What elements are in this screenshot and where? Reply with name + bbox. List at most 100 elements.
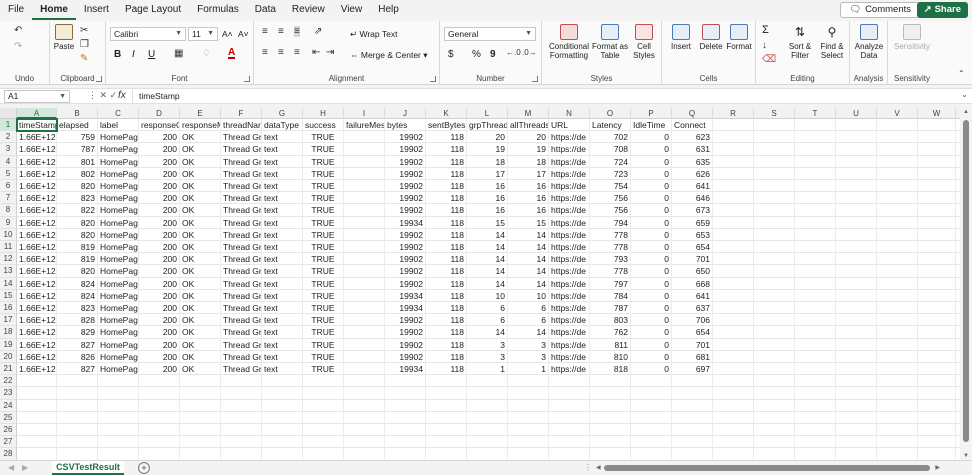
cell-p9[interactable]: 0 — [631, 216, 672, 229]
cell-e28[interactable] — [180, 448, 221, 460]
cell-g1[interactable]: dataType — [262, 119, 303, 131]
cell-m1[interactable]: allThreads — [508, 119, 549, 131]
cell-d15[interactable]: 200 — [139, 289, 180, 302]
cell-f8[interactable]: Thread Gr — [221, 204, 262, 217]
cell-w4[interactable] — [918, 155, 956, 168]
cell-h13[interactable]: TRUE — [303, 265, 344, 278]
cell-j25[interactable] — [385, 411, 426, 424]
cell-w2[interactable] — [918, 131, 956, 144]
cell-c15[interactable]: HomePage — [98, 289, 139, 302]
cell-v27[interactable] — [877, 436, 918, 449]
cell-w22[interactable] — [918, 375, 956, 388]
cell-m16[interactable]: 6 — [508, 302, 549, 314]
column-header-o[interactable]: O — [590, 108, 631, 119]
cell-h16[interactable]: TRUE — [303, 302, 344, 314]
cell-g26[interactable] — [262, 424, 303, 436]
column-header-t[interactable]: T — [795, 108, 836, 119]
cell-o4[interactable]: 724 — [590, 155, 631, 168]
cell-d18[interactable]: 200 — [139, 326, 180, 339]
column-header-b[interactable]: B — [57, 108, 98, 119]
cell-a8[interactable]: 1.66E+12 — [17, 204, 57, 217]
cell-h25[interactable] — [303, 411, 344, 424]
cell-n14[interactable]: https://de — [549, 277, 590, 290]
cell-a14[interactable]: 1.66E+12 — [17, 277, 57, 290]
cell-r25[interactable] — [713, 411, 754, 424]
cell-i18[interactable] — [344, 326, 385, 339]
cell-m25[interactable] — [508, 411, 549, 424]
cell-v8[interactable] — [877, 204, 918, 217]
cell-p23[interactable] — [631, 387, 672, 400]
format-painter-icon[interactable]: ✎ — [80, 53, 88, 64]
cell-q13[interactable]: 650 — [672, 265, 713, 278]
cell-b24[interactable] — [57, 399, 98, 412]
cell-p14[interactable]: 0 — [631, 277, 672, 290]
cell-d13[interactable]: 200 — [139, 265, 180, 278]
cell-v7[interactable] — [877, 192, 918, 205]
cell-k3[interactable]: 118 — [426, 143, 467, 156]
cell-m18[interactable]: 14 — [508, 326, 549, 339]
cell-r4[interactable] — [713, 155, 754, 168]
cell-h10[interactable]: TRUE — [303, 228, 344, 241]
cell-o10[interactable]: 778 — [590, 228, 631, 241]
cell-l11[interactable]: 14 — [467, 241, 508, 253]
cell-c9[interactable]: HomePage — [98, 216, 139, 229]
row-header-25[interactable]: 25 — [0, 411, 17, 424]
cell-d23[interactable] — [139, 387, 180, 400]
cell-c20[interactable]: HomePage — [98, 350, 139, 363]
cell-v18[interactable] — [877, 326, 918, 339]
row-header-9[interactable]: 9 — [0, 216, 17, 229]
cell-t20[interactable] — [795, 350, 836, 363]
cell-v28[interactable] — [877, 448, 918, 460]
cell-u17[interactable] — [836, 314, 877, 327]
cell-i8[interactable] — [344, 204, 385, 217]
delete-cells-button[interactable]: Delete — [696, 24, 726, 51]
cell-j2[interactable]: 19902 — [385, 131, 426, 144]
cell-q11[interactable]: 654 — [672, 241, 713, 253]
cell-v6[interactable] — [877, 180, 918, 192]
cell-t15[interactable] — [795, 289, 836, 302]
cell-g22[interactable] — [262, 375, 303, 388]
cell-c4[interactable]: HomePage — [98, 155, 139, 168]
row-header-6[interactable]: 6 — [0, 180, 17, 193]
cell-d16[interactable]: 200 — [139, 302, 180, 314]
cell-b15[interactable]: 824 — [57, 289, 98, 302]
cell-j6[interactable]: 19902 — [385, 180, 426, 192]
cell-m17[interactable]: 6 — [508, 314, 549, 327]
cell-q14[interactable]: 668 — [672, 277, 713, 290]
cell-d14[interactable]: 200 — [139, 277, 180, 290]
cell-n10[interactable]: https://de — [549, 228, 590, 241]
cell-e27[interactable] — [180, 436, 221, 449]
cell-j8[interactable]: 19902 — [385, 204, 426, 217]
cell-c1[interactable]: label — [98, 119, 139, 131]
cell-j22[interactable] — [385, 375, 426, 388]
cell-t26[interactable] — [795, 424, 836, 436]
cell-s13[interactable] — [754, 265, 795, 278]
cell-a1[interactable]: timeStamp — [16, 118, 58, 132]
cell-o1[interactable]: Latency — [590, 119, 631, 131]
cell-k8[interactable]: 118 — [426, 204, 467, 217]
cell-t4[interactable] — [795, 155, 836, 168]
cell-j20[interactable]: 19902 — [385, 350, 426, 363]
cell-n7[interactable]: https://de — [549, 192, 590, 205]
cell-b27[interactable] — [57, 436, 98, 449]
cell-e6[interactable]: OK — [180, 180, 221, 192]
menu-tab-view[interactable]: View — [333, 0, 371, 20]
cell-d27[interactable] — [139, 436, 180, 449]
cell-s5[interactable] — [754, 167, 795, 180]
cell-h3[interactable]: TRUE — [303, 143, 344, 156]
cell-r6[interactable] — [713, 180, 754, 192]
cell-f5[interactable]: Thread Gr — [221, 167, 262, 180]
cell-q5[interactable]: 626 — [672, 167, 713, 180]
cell-h2[interactable]: TRUE — [303, 131, 344, 144]
font-color-button[interactable]: A — [228, 48, 236, 59]
cell-b1[interactable]: elapsed — [57, 119, 98, 131]
cell-g3[interactable]: text — [262, 143, 303, 156]
cell-m12[interactable]: 14 — [508, 253, 549, 266]
cell-v23[interactable] — [877, 387, 918, 400]
cell-g28[interactable] — [262, 448, 303, 460]
cell-g13[interactable]: text — [262, 265, 303, 278]
cell-m3[interactable]: 19 — [508, 143, 549, 156]
cell-h1[interactable]: success — [303, 119, 344, 131]
cell-a25[interactable] — [17, 411, 57, 424]
cell-k14[interactable]: 118 — [426, 277, 467, 290]
